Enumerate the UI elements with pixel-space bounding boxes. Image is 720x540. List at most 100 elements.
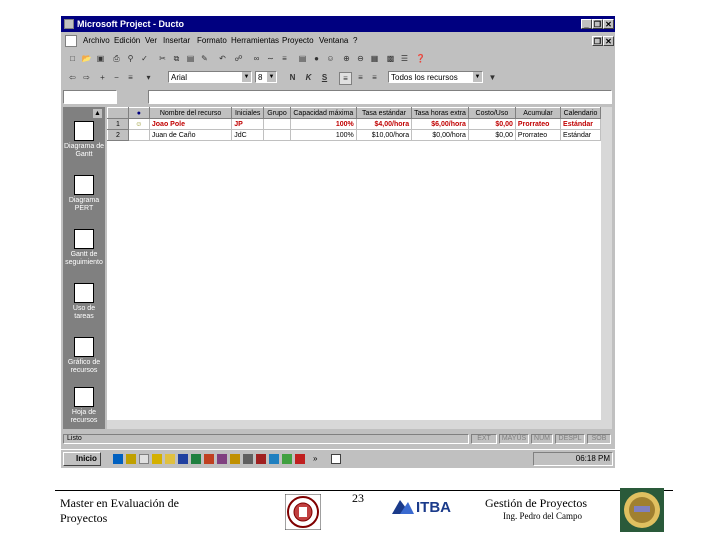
copy-icon[interactable]: ⧉ — [171, 53, 182, 64]
menu-proyecto[interactable]: Proyecto — [282, 33, 314, 48]
cell-std-rate[interactable]: $10,00/hora — [355, 129, 413, 141]
column-header[interactable]: Capacidad máxima — [289, 107, 357, 119]
menu-ventana[interactable]: Ventana — [319, 33, 348, 48]
chevron-down-icon[interactable]: ▼ — [267, 72, 276, 82]
office-assistant-icon[interactable]: ❓ — [415, 53, 426, 64]
bold-button[interactable]: N — [287, 72, 298, 83]
notes-icon[interactable]: ● — [311, 53, 322, 64]
doc-restore-button[interactable]: ❐ — [592, 36, 603, 46]
menu-ver[interactable]: Ver — [145, 33, 157, 48]
menu-formato[interactable]: Formato — [197, 33, 227, 48]
select-all-cell[interactable] — [107, 107, 129, 119]
column-header[interactable]: Costo/Uso — [467, 107, 516, 119]
ie-icon[interactable] — [113, 454, 123, 464]
view-bar-scroll-up-icon[interactable]: ▲ — [93, 109, 102, 118]
cell-accrue[interactable]: Prorrateo — [514, 129, 562, 141]
cell-initials[interactable]: JdC — [231, 129, 265, 141]
cell-ovt-rate[interactable]: $0,00/hora — [411, 129, 469, 141]
copy-picture-icon[interactable]: ▩ — [385, 53, 396, 64]
filter-outline-icon[interactable]: ▾ — [143, 72, 154, 83]
show-subtasks-icon[interactable]: + — [97, 72, 108, 83]
view-resource-sheet[interactable]: Hoja de recursos — [63, 387, 105, 425]
start-button[interactable]: Inicio — [63, 452, 101, 466]
cell-cost-use[interactable]: $0,00 — [467, 118, 516, 130]
app-icon[interactable] — [295, 454, 305, 464]
menu-edicion[interactable]: Edición — [114, 33, 140, 48]
outlook-icon[interactable] — [230, 454, 240, 464]
filter-select[interactable]: Todos los recursos ▼ — [388, 71, 483, 83]
cell-cost-use[interactable]: $0,00 — [467, 129, 516, 141]
zoom-in-icon[interactable]: ⊕ — [341, 53, 352, 64]
view-resource-graph[interactable]: Gráfico de recursos — [63, 337, 105, 375]
gantt-wizard-icon[interactable]: ☰ — [399, 53, 410, 64]
indent-icon[interactable]: ⇨ — [81, 72, 92, 83]
powerpoint-icon[interactable] — [204, 454, 214, 464]
view-task-usage[interactable]: Uso de tareas — [63, 283, 105, 321]
hide-subtasks-icon[interactable]: − — [111, 72, 122, 83]
underline-button[interactable]: S — [319, 72, 330, 83]
column-header[interactable]: Grupo — [263, 107, 291, 119]
insert-hyperlink-icon[interactable]: ☍ — [233, 53, 244, 64]
documents-icon[interactable] — [165, 454, 175, 464]
menu-insertar[interactable]: Insertar — [163, 33, 190, 48]
assign-resources-icon[interactable]: ☺ — [325, 53, 336, 64]
goto-task-icon[interactable]: ▦ — [369, 53, 380, 64]
paint-icon[interactable] — [256, 454, 266, 464]
save-icon[interactable]: ▣ — [95, 53, 106, 64]
cell-calendar[interactable]: Estándar — [560, 129, 601, 141]
cell-accrue[interactable]: Prorrateo — [514, 118, 562, 130]
word-icon[interactable] — [178, 454, 188, 464]
format-painter-icon[interactable]: ✎ — [199, 53, 210, 64]
outdent-icon[interactable]: ⇦ — [67, 72, 78, 83]
close-button[interactable]: ✕ — [603, 19, 614, 29]
open-icon[interactable]: 📂 — [81, 53, 92, 64]
view-pert-chart[interactable]: Diagrama PERT — [63, 175, 105, 213]
excel-icon[interactable] — [191, 454, 201, 464]
camera-icon[interactable] — [243, 454, 253, 464]
cut-icon[interactable]: ✂ — [157, 53, 168, 64]
desktop-icon[interactable] — [139, 454, 149, 464]
menu-archivo[interactable]: Archivo — [83, 33, 110, 48]
font-size-select[interactable]: 8 ▼ — [255, 71, 277, 83]
unlink-tasks-icon[interactable]: ∼ — [265, 53, 276, 64]
task-window-icon[interactable] — [331, 454, 341, 464]
row-number[interactable]: 1 — [107, 118, 129, 130]
cell-max-units[interactable]: 100% — [289, 118, 357, 130]
cell-std-rate[interactable]: $4,00/hora — [355, 118, 413, 130]
table-row[interactable]: 1 ☺ Joao Pole JP 100% $4,00/hora $6,00/h… — [107, 118, 601, 130]
new-icon[interactable]: □ — [67, 53, 78, 64]
undo-icon[interactable]: ↶ — [217, 53, 228, 64]
restore-button[interactable]: ❐ — [592, 19, 603, 29]
align-center-icon[interactable]: ≡ — [355, 72, 366, 83]
column-header[interactable]: Iniciales — [231, 107, 265, 119]
entry-field[interactable] — [148, 90, 612, 104]
media-icon[interactable] — [269, 454, 279, 464]
cell-name[interactable]: Joao Pole — [148, 118, 233, 130]
cell-reference-box[interactable] — [63, 90, 117, 104]
column-header[interactable]: Nombre del recurso — [148, 107, 233, 119]
italic-button[interactable]: K — [303, 72, 314, 83]
row-number[interactable]: 2 — [107, 129, 129, 141]
link-tasks-icon[interactable]: ∞ — [251, 53, 262, 64]
column-header[interactable]: Acumular — [514, 107, 562, 119]
document-icon[interactable] — [65, 35, 77, 47]
folder-icon[interactable] — [126, 454, 136, 464]
show-icon[interactable]: ≡ — [125, 72, 136, 83]
vertical-scrollbar[interactable] — [601, 107, 612, 429]
cell-group[interactable] — [263, 129, 291, 141]
view-tracking-gantt[interactable]: Gantt de seguimiento — [63, 229, 105, 267]
paste-icon[interactable]: ▤ — [185, 53, 196, 64]
zoom-out-icon[interactable]: ⊖ — [355, 53, 366, 64]
split-task-icon[interactable]: ≡ — [279, 53, 290, 64]
chevron-right-icon[interactable]: » — [313, 454, 323, 464]
column-header[interactable]: Tasa horas extra — [411, 107, 469, 119]
menu-herramientas[interactable]: Herramientas — [231, 33, 279, 48]
cell-name[interactable]: Juan de Caño — [148, 129, 233, 141]
align-right-icon[interactable]: ≡ — [369, 72, 380, 83]
task-info-icon[interactable]: ▤ — [297, 53, 308, 64]
indicator-header[interactable]: ● — [127, 107, 150, 119]
align-left-icon[interactable]: ≡ — [339, 72, 352, 85]
cell-initials[interactable]: JP — [231, 118, 265, 130]
print-icon[interactable]: ⎙ — [111, 53, 122, 64]
column-header[interactable]: Calendario — [560, 107, 601, 119]
